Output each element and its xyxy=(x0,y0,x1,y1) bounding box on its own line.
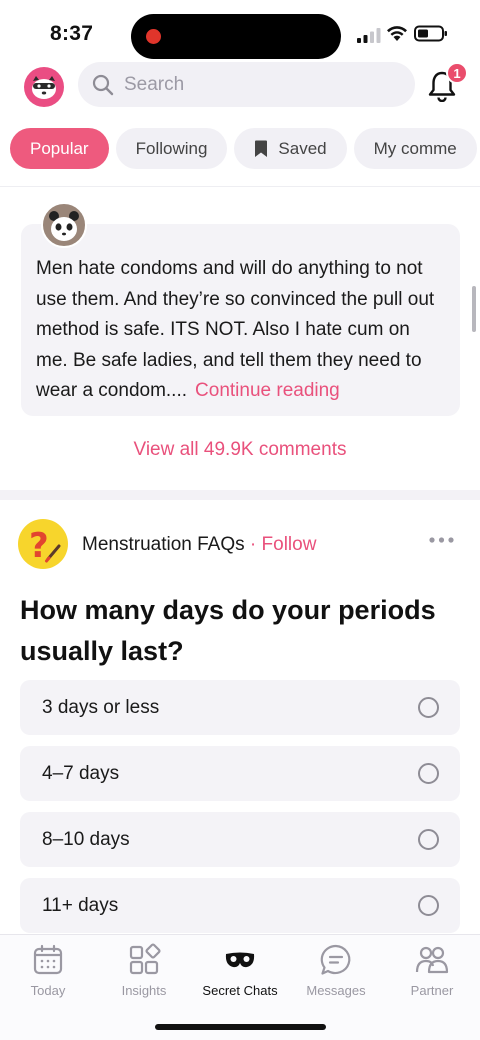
comment-card[interactable]: Men hate condoms and will do anything to… xyxy=(21,224,460,416)
comment-body: Men hate condoms and will do anything to… xyxy=(36,254,444,407)
tab-saved[interactable]: Saved xyxy=(234,128,347,169)
tab-label: Popular xyxy=(30,138,89,158)
poll-option-label: 4–7 days xyxy=(42,762,120,784)
status-time: 8:37 xyxy=(50,22,94,45)
separator-dot: · xyxy=(249,534,257,555)
topic-name[interactable]: Menstruation FAQs xyxy=(82,534,245,555)
poll-option-label: 8–10 days xyxy=(42,828,130,850)
search-bar[interactable]: Search xyxy=(78,62,415,107)
nav-item-partner[interactable]: Partner xyxy=(384,943,480,998)
radio-button-icon[interactable] xyxy=(418,829,439,850)
radio-button-icon[interactable] xyxy=(418,895,439,916)
profile-avatar[interactable] xyxy=(24,67,64,107)
continue-reading-link[interactable]: Continue reading xyxy=(195,380,340,401)
search-placeholder: Search xyxy=(124,73,185,95)
status-bar: 8:37 xyxy=(0,0,480,62)
follow-button[interactable]: Follow xyxy=(262,534,317,555)
scrollbar-thumb[interactable] xyxy=(472,286,476,332)
tab-label: Saved xyxy=(278,138,327,158)
poll-options: 3 days or less 4–7 days 8–10 days 11+ da… xyxy=(20,680,460,944)
nav-label: Partner xyxy=(410,983,454,998)
question-topic-icon: ? xyxy=(18,519,68,569)
more-options-icon[interactable] xyxy=(428,536,455,544)
grid-icon xyxy=(129,943,161,975)
dynamic-island xyxy=(131,14,341,59)
radio-button-icon[interactable] xyxy=(418,763,439,784)
battery-icon xyxy=(414,25,447,42)
tab-following[interactable]: Following xyxy=(115,128,228,169)
calendar-icon xyxy=(33,944,63,975)
nav-label: Secret Chats xyxy=(202,983,278,998)
nav-label: Messages xyxy=(306,983,366,998)
wifi-icon xyxy=(387,26,407,41)
nav-item-secret-chats[interactable]: Secret Chats xyxy=(192,943,288,998)
nav-label: Insights xyxy=(121,983,167,998)
home-indicator[interactable] xyxy=(155,1024,326,1030)
view-all-comments-link[interactable]: View all 49.9K comments xyxy=(0,439,480,461)
poll-option[interactable]: 3 days or less xyxy=(20,680,460,735)
nav-label: Today xyxy=(30,983,66,998)
panda-avatar-icon xyxy=(49,211,79,241)
nav-item-today[interactable]: Today xyxy=(0,943,96,998)
poll-option[interactable]: 8–10 days xyxy=(20,812,460,867)
tab-label: My comme xyxy=(373,138,457,158)
poll-option-label: 3 days or less xyxy=(42,696,160,718)
section-separator xyxy=(0,490,480,500)
post-source: Menstruation FAQs · Follow xyxy=(82,534,316,556)
search-icon xyxy=(92,74,114,95)
cellular-signal-icon xyxy=(357,28,381,43)
bookmark-icon xyxy=(255,140,268,157)
poll-option-label: 11+ days xyxy=(42,894,119,916)
divider xyxy=(0,186,480,187)
nav-item-insights[interactable]: Insights xyxy=(96,943,192,998)
tab-popular[interactable]: Popular xyxy=(10,128,109,169)
top-bar: Search 1 xyxy=(0,62,480,112)
recording-indicator-icon xyxy=(146,29,161,44)
raccoon-avatar-icon xyxy=(32,76,56,99)
radio-button-icon[interactable] xyxy=(418,697,439,718)
notification-badge: 1 xyxy=(446,62,468,84)
mask-icon xyxy=(225,952,255,968)
poll-option[interactable]: 11+ days xyxy=(20,878,460,933)
feed-tabs: Popular Following Saved My comme xyxy=(10,128,480,169)
commenter-avatar[interactable] xyxy=(41,202,87,248)
poll-option[interactable]: 4–7 days xyxy=(20,746,460,801)
chat-bubble-icon xyxy=(320,944,351,975)
tab-label: Following xyxy=(135,138,208,158)
tab-my-comments[interactable]: My comme xyxy=(353,128,477,169)
poll-question: How many days do your periods usually la… xyxy=(20,595,436,666)
partner-icon xyxy=(415,946,449,974)
nav-item-messages[interactable]: Messages xyxy=(288,943,384,998)
